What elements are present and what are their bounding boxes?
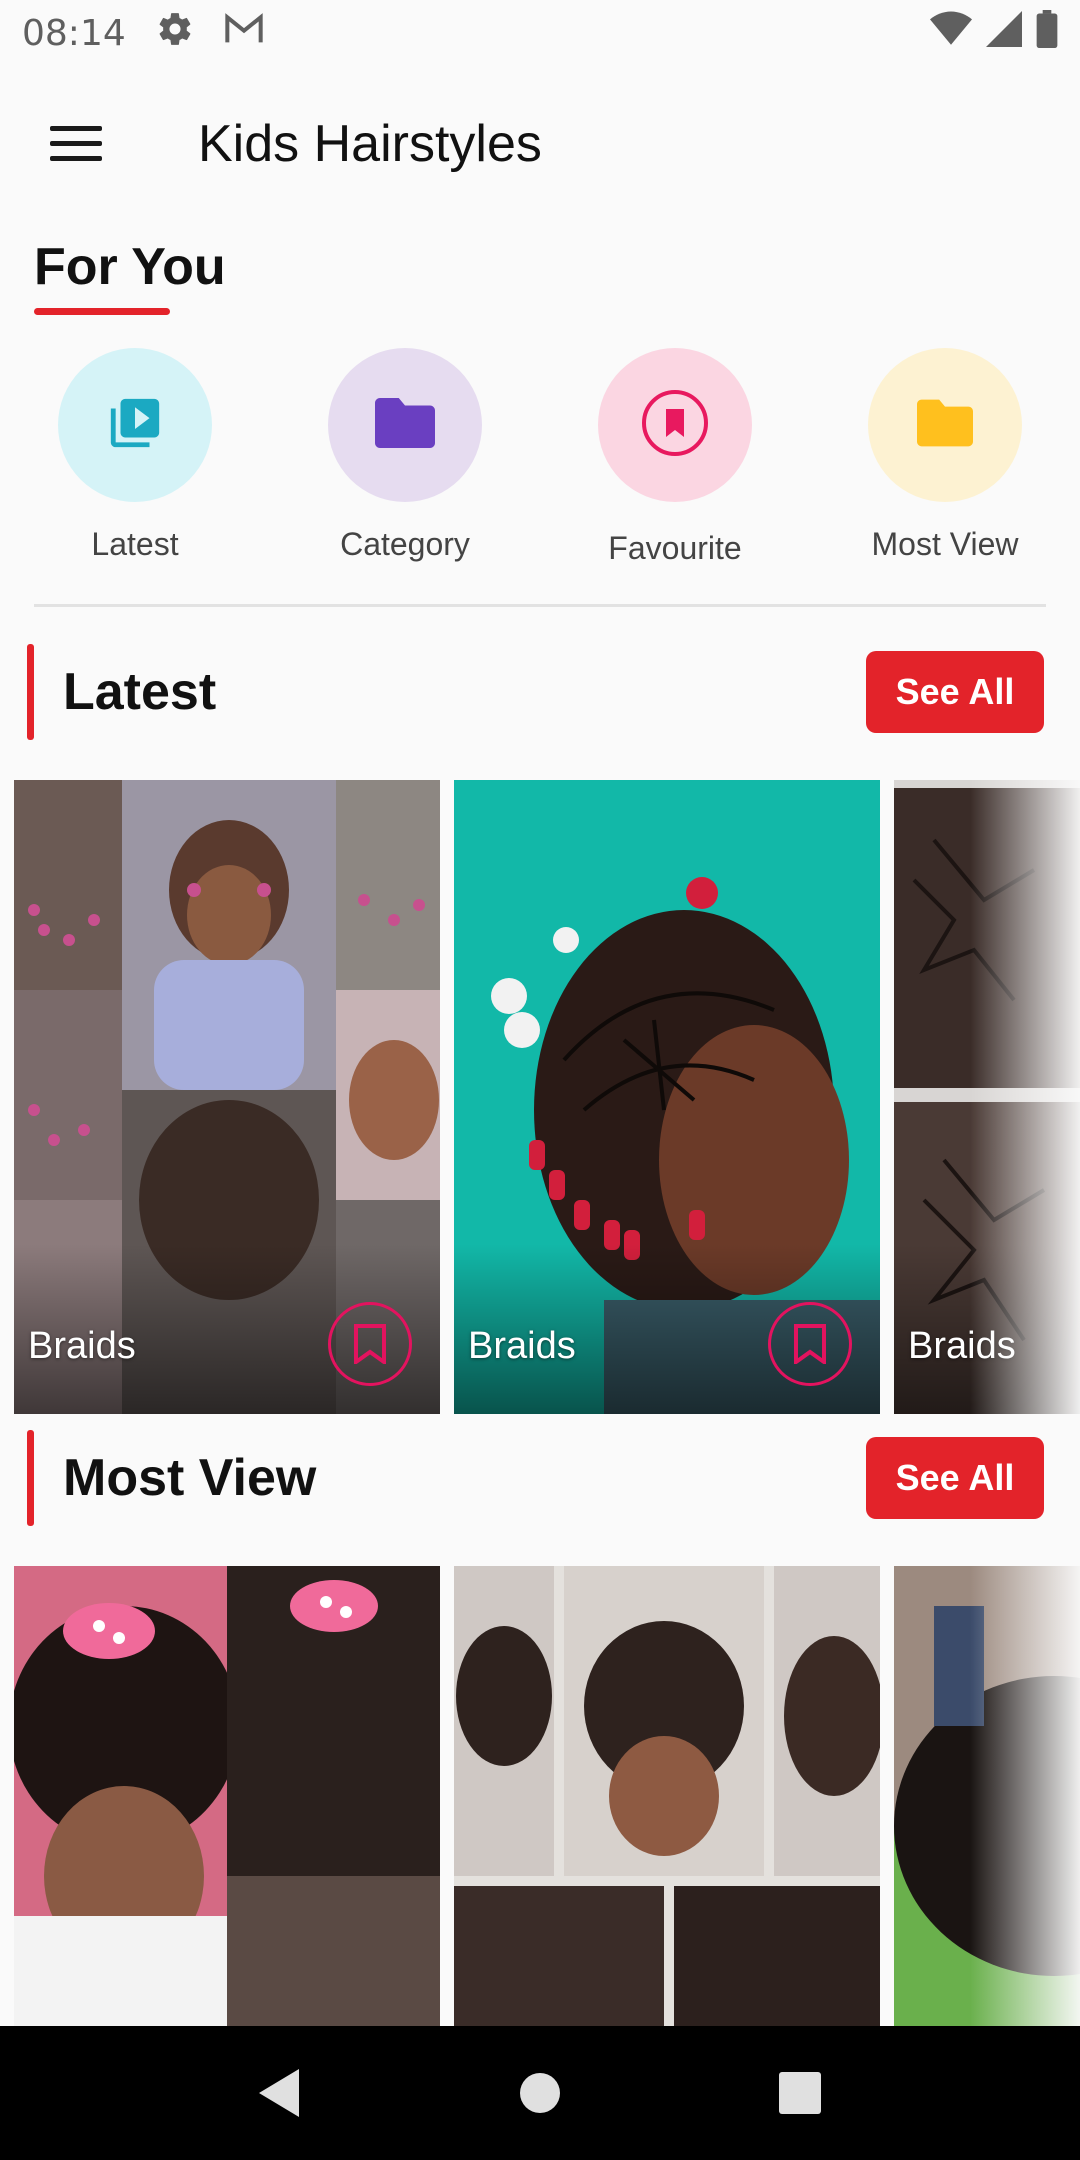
system-nav-bar <box>0 2026 1080 2160</box>
shortcut-latest[interactable]: Latest <box>0 348 270 567</box>
for-you-header: For You <box>34 236 226 315</box>
section-divider <box>34 604 1046 607</box>
shortcut-most-view[interactable]: Most View <box>810 348 1080 567</box>
shortcut-category[interactable]: Category <box>270 348 540 567</box>
latest-section-header: Latest See All <box>0 642 1080 742</box>
card-label: Braids <box>468 1325 576 1367</box>
hairstyle-photo <box>454 1566 880 2026</box>
status-bar: 08:14 <box>0 0 1080 66</box>
hamburger-menu-icon[interactable] <box>16 84 136 204</box>
back-icon[interactable] <box>235 2048 325 2138</box>
bookmark-circle-icon <box>640 388 710 463</box>
shortcut-category-label: Category <box>340 526 470 562</box>
row-edge-fade <box>970 780 1080 1414</box>
shortcut-favourite-label: Favourite <box>608 530 742 566</box>
folder-icon <box>917 399 973 452</box>
home-icon[interactable] <box>495 2048 585 2138</box>
gmail-icon <box>224 12 264 55</box>
status-time: 08:14 <box>22 12 126 54</box>
shortcut-latest-label: Latest <box>91 526 179 562</box>
for-you-title: For You <box>34 238 226 296</box>
shortcut-row: Latest Category Favourite Most View <box>0 348 1080 567</box>
latest-card-row[interactable]: Braids Braids Braids <box>0 780 1080 1414</box>
shortcut-most-view-circle[interactable] <box>868 348 1022 502</box>
most-view-section-header: Most View See All <box>0 1428 1080 1528</box>
row-edge-fade <box>970 1566 1080 2026</box>
shortcut-latest-circle[interactable] <box>58 348 212 502</box>
latest-section-title: Latest <box>63 663 217 721</box>
shortcut-category-circle[interactable] <box>328 348 482 502</box>
latest-card[interactable]: Braids <box>14 780 440 1414</box>
shortcut-favourite[interactable]: Favourite <box>540 348 810 567</box>
bookmark-icon[interactable] <box>768 1302 852 1386</box>
most-view-card[interactable] <box>14 1566 440 2026</box>
section-accent-bar <box>27 1430 34 1526</box>
recents-icon[interactable] <box>755 2048 845 2138</box>
shortcut-favourite-circle[interactable] <box>598 348 752 502</box>
play-library-icon <box>106 394 164 457</box>
most-view-card[interactable] <box>454 1566 880 2026</box>
shortcut-most-view-label: Most View <box>871 526 1019 562</box>
for-you-underline <box>34 308 170 315</box>
settings-icon <box>156 10 194 57</box>
section-accent-bar <box>27 644 34 740</box>
app-bar: Kids Hairstyles <box>0 66 1080 222</box>
most-view-see-all-button[interactable]: See All <box>866 1437 1044 1519</box>
app-title: Kids Hairstyles <box>198 115 542 173</box>
signal-icon <box>986 10 1022 56</box>
hairstyle-photo <box>14 1566 440 2026</box>
bookmark-icon[interactable] <box>328 1302 412 1386</box>
latest-see-all-button[interactable]: See All <box>866 651 1044 733</box>
wifi-icon <box>930 11 972 56</box>
most-view-card-row[interactable] <box>0 1566 1080 2026</box>
folder-icon <box>375 396 435 455</box>
most-view-section-title: Most View <box>63 1449 317 1507</box>
latest-card[interactable]: Braids <box>454 780 880 1414</box>
battery-icon <box>1036 9 1058 57</box>
card-label: Braids <box>28 1325 136 1367</box>
